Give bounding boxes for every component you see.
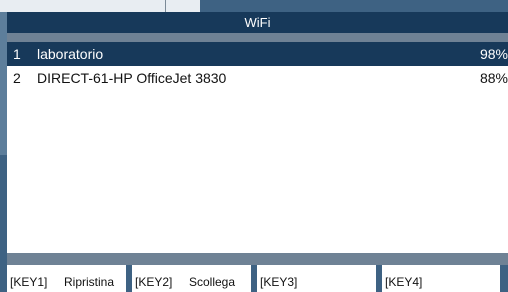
list-header-strip [7, 33, 508, 42]
network-ssid: laboratorio [37, 46, 104, 62]
key2-disconnect-button[interactable]: [KEY2] Scollega [132, 265, 251, 292]
key1-label: Ripristina [64, 275, 115, 289]
background-window-band [0, 0, 200, 12]
network-list: 1 laboratorio 98% 2 DIRECT-61-HP OfficeJ… [7, 42, 508, 253]
network-ssid: DIRECT-61-HP OfficeJet 3830 [37, 70, 227, 86]
network-index: 1 [13, 46, 21, 62]
background-window-divider [165, 0, 166, 12]
key4-button[interactable]: [KEY4] [382, 265, 500, 292]
key1-id: [KEY1] [10, 275, 48, 289]
wifi-dialog: WiFi 1 laboratorio 98% 2 DIRECT-61-HP Of… [7, 12, 508, 292]
network-row-1[interactable]: 1 laboratorio 98% [7, 42, 508, 66]
network-signal: 88% [479, 70, 508, 86]
key4-id: [KEY4] [385, 275, 423, 289]
key2-label: Scollega [189, 275, 236, 289]
key3-button[interactable]: [KEY3] [257, 265, 376, 292]
key3-id: [KEY3] [260, 275, 298, 289]
network-index: 2 [13, 70, 21, 86]
network-signal: 98% [479, 46, 508, 62]
dialog-title: WiFi [7, 12, 508, 33]
network-row-2[interactable]: 2 DIRECT-61-HP OfficeJet 3830 88% [7, 66, 508, 90]
softkey-bar: [KEY1] Ripristina [KEY2] Scollega [KEY3]… [7, 265, 508, 292]
list-footer-strip [7, 253, 508, 265]
key2-id: [KEY2] [135, 275, 173, 289]
key1-reset-button[interactable]: [KEY1] Ripristina [7, 265, 126, 292]
